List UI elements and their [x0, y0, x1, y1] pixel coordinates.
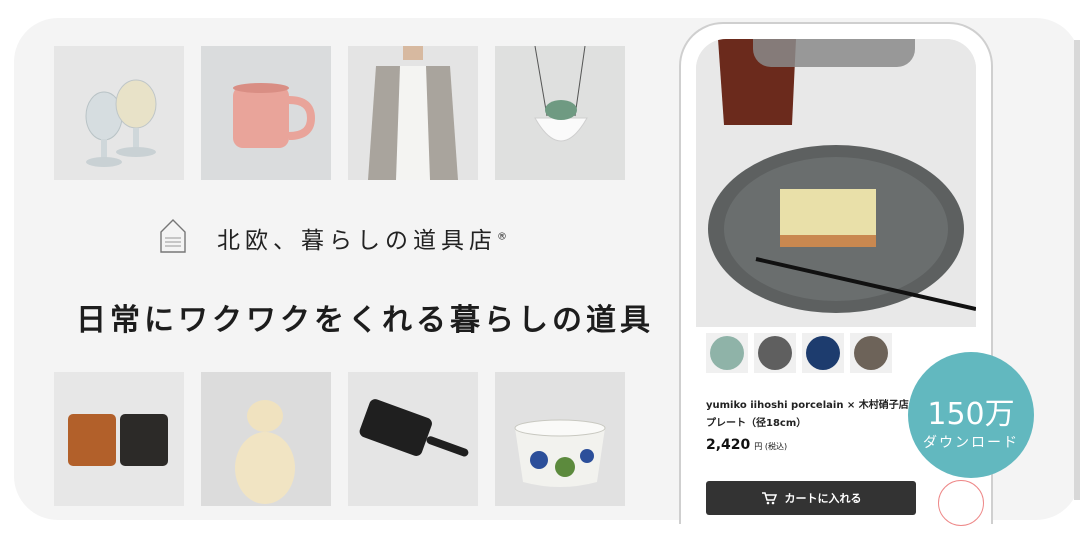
phone-notch — [753, 39, 915, 67]
product-tile-bear-figurine[interactable] — [201, 372, 331, 506]
swatch-navy[interactable] — [802, 333, 844, 373]
download-label: ダウンロード — [923, 435, 1019, 451]
download-count: 150万 — [927, 397, 1015, 432]
trademark: ® — [497, 231, 512, 243]
product-hero-image — [696, 39, 976, 327]
swatch-brown[interactable] — [850, 333, 892, 373]
color-swatches — [706, 333, 966, 373]
price-unit: 円 (税込) — [754, 442, 788, 451]
product-tile-skillet[interactable] — [348, 372, 478, 506]
add-to-cart-button[interactable]: カートに入れる — [706, 481, 916, 515]
product-tile-cardigan[interactable] — [348, 46, 478, 180]
product-tile-floral-bowl[interactable] — [495, 372, 625, 506]
brand-name: 北欧、暮らしの道具店® — [217, 228, 512, 254]
product-tile-wallets[interactable] — [54, 372, 184, 506]
download-badge: 150万 ダウンロード — [908, 352, 1034, 478]
right-edge-bar — [1074, 40, 1080, 500]
brand-logo-icon — [160, 219, 186, 253]
swatch-gray[interactable] — [754, 333, 796, 373]
product-tile-mug[interactable] — [201, 46, 331, 180]
add-to-cart-label: カートに入れる — [784, 492, 862, 505]
cart-icon — [761, 492, 777, 505]
favorite-button[interactable] — [938, 480, 984, 526]
tagline: 日常にワクワクをくれる暮らしの道具 — [76, 303, 654, 338]
brand: 北欧、暮らしの道具店® — [159, 218, 559, 262]
price-value: 2,420 — [706, 437, 751, 453]
product-price: 2,420 円 (税込) — [706, 437, 787, 453]
swatch-green[interactable] — [706, 333, 748, 373]
product-tile-glasses[interactable] — [54, 46, 184, 180]
product-tile-hanging-planter[interactable] — [495, 46, 625, 180]
